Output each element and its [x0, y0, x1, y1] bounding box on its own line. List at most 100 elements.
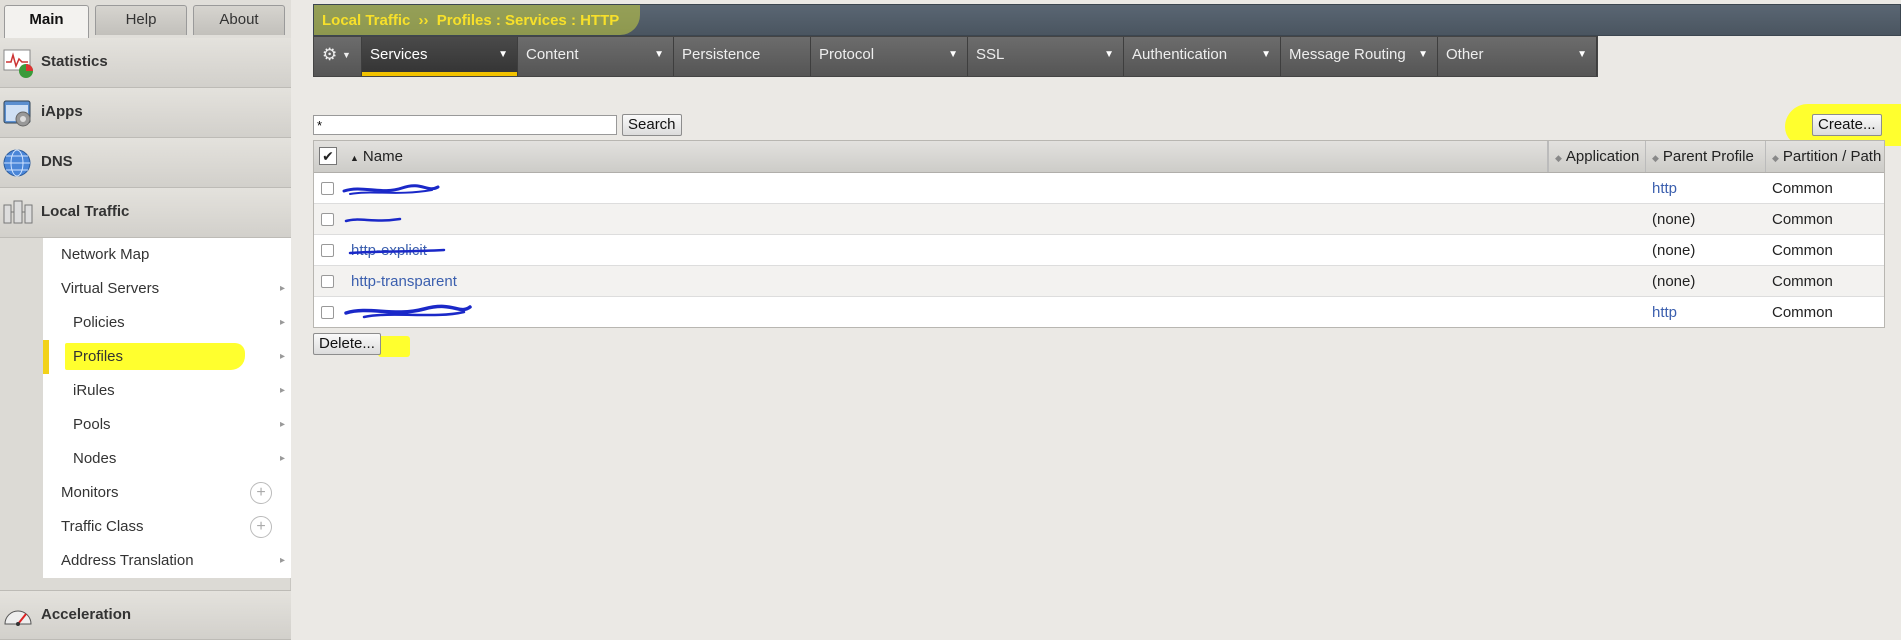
column-header-application[interactable]: ◆ Application [1548, 141, 1646, 172]
highlight-marker [378, 336, 410, 357]
sidebar-item-label: Address Translation [61, 552, 194, 569]
profile-name-link[interactable]: http-explicit [351, 242, 427, 259]
nav-label: Content [526, 46, 579, 63]
column-header-label: Partition / Path [1782, 148, 1882, 165]
chevron-right-icon: ▸ [279, 317, 285, 328]
parent-profile-cell: (none) [1652, 211, 1696, 228]
sidebar-item-profiles[interactable]: Profiles ▸ [43, 340, 291, 374]
nav-label: Authentication [1132, 46, 1228, 63]
table-row[interactable]: http Common [314, 173, 1884, 204]
chevron-right-icon: ▸ [279, 283, 285, 294]
sidebar-item-address-translation[interactable]: Address Translation ▸ [43, 544, 291, 578]
partition-cell: Common [1772, 242, 1833, 259]
column-header-parent-profile[interactable]: ◆ Parent Profile [1646, 141, 1766, 172]
row-checkbox[interactable] [321, 213, 334, 226]
row-checkbox[interactable] [321, 244, 334, 257]
column-header-label: Name [362, 148, 403, 165]
top-tab-bar: Main Help About [0, 0, 291, 38]
add-traffic-class-icon[interactable]: + [250, 516, 272, 538]
table-row[interactable]: http-transparent (none) Common [314, 266, 1884, 297]
nav-other[interactable]: Other ▼ [1438, 37, 1597, 76]
partition-cell: Common [1772, 180, 1833, 197]
parent-profile-cell: (none) [1652, 242, 1696, 259]
breadcrumb-section[interactable]: Local Traffic [322, 12, 410, 29]
column-header-name[interactable]: ▲ Name [344, 141, 1548, 172]
create-button[interactable]: Create... [1812, 114, 1882, 136]
column-header-partition[interactable]: ◆ Partition / Path [1766, 141, 1884, 172]
delete-button[interactable]: Delete... [313, 333, 381, 355]
sidebar-section-label: DNS [41, 153, 73, 170]
sidebar-section-acceleration[interactable]: Acceleration [0, 590, 291, 640]
sidebar-item-traffic-class[interactable]: Traffic Class + [43, 510, 291, 544]
nav-persistence[interactable]: Persistence [674, 37, 811, 76]
nav-ssl[interactable]: SSL ▼ [968, 37, 1124, 76]
breadcrumb-text: Local Traffic ›› Profiles : Services : H… [322, 12, 619, 29]
caret-down-icon: ▼ [1104, 49, 1114, 60]
sidebar-item-policies[interactable]: Policies ▸ [43, 306, 291, 340]
sidebar-item-network-map[interactable]: Network Map [43, 238, 291, 272]
tab-about[interactable]: About [193, 5, 285, 35]
sidebar: Statistics iApps DNS Local Traffic Netwo… [0, 38, 291, 640]
sidebar-section-iapps[interactable]: iApps [0, 88, 291, 138]
sidebar-section-local-traffic[interactable]: Local Traffic [0, 188, 291, 238]
row-checkbox[interactable] [321, 182, 334, 195]
dns-globe-icon [3, 149, 31, 177]
nav-message-routing[interactable]: Message Routing ▼ [1281, 37, 1438, 76]
chevron-right-icon: ▸ [279, 385, 285, 396]
sidebar-item-label: iRules [73, 382, 115, 399]
add-monitor-icon[interactable]: + [250, 482, 272, 504]
search-input[interactable] [313, 115, 617, 135]
tab-main[interactable]: Main [4, 5, 89, 38]
sidebar-item-label: Nodes [73, 450, 117, 467]
breadcrumb: Local Traffic ›› Profiles : Services : H… [313, 4, 1901, 36]
sidebar-item-irules[interactable]: iRules ▸ [43, 374, 291, 408]
settings-menu-button[interactable]: ⚙ ▼ [314, 37, 362, 76]
row-checkbox[interactable] [321, 306, 334, 319]
partition-cell: Common [1772, 304, 1833, 321]
nav-services[interactable]: Services ▼ [362, 37, 518, 76]
sidebar-item-virtual-servers[interactable]: Virtual Servers ▸ [43, 272, 291, 306]
sidebar-item-monitors[interactable]: Monitors + [43, 476, 291, 510]
nav-protocol[interactable]: Protocol ▼ [811, 37, 968, 76]
caret-down-icon: ▼ [498, 49, 508, 60]
caret-down-icon: ▼ [342, 50, 351, 60]
sidebar-section-label: Statistics [41, 53, 108, 70]
nav-authentication[interactable]: Authentication ▼ [1124, 37, 1281, 76]
table-header: ✔ ▲ Name ◆ Application ◆ Parent Profile ◆ Pa… [314, 141, 1884, 173]
profiles-table: ✔ ▲ Name ◆ Application ◆ Parent Profile ◆ Pa… [313, 140, 1885, 328]
caret-down-icon: ▼ [1418, 49, 1428, 60]
nav-content[interactable]: Content ▼ [518, 37, 674, 76]
nav-label: Protocol [819, 46, 875, 63]
sidebar-section-statistics[interactable]: Statistics [0, 38, 291, 88]
sidebar-section-dns[interactable]: DNS [0, 138, 291, 188]
nav-label: Persistence [682, 46, 761, 63]
column-header-label: Application [1565, 148, 1640, 165]
statistics-icon [3, 49, 33, 78]
search-button[interactable]: Search [622, 114, 682, 136]
table-row[interactable]: http-explicit (none) Common [314, 235, 1884, 266]
row-checkbox[interactable] [321, 275, 334, 288]
sidebar-item-nodes[interactable]: Nodes ▸ [43, 442, 291, 476]
sidebar-section-label: iApps [41, 103, 83, 120]
sort-icon: ◆ [1555, 153, 1562, 163]
parent-profile-link[interactable]: http [1652, 304, 1677, 321]
table-row[interactable]: (none) Common [314, 204, 1884, 235]
chevron-right-icon: ▸ [279, 453, 285, 464]
table-row[interactable]: http Common [314, 297, 1884, 328]
sidebar-section-label: Local Traffic [41, 203, 130, 220]
caret-down-icon: ▼ [948, 49, 958, 60]
parent-profile-link[interactable]: http [1652, 180, 1677, 197]
nav-label: SSL [976, 46, 1005, 63]
sidebar-item-pools[interactable]: Pools ▸ [43, 408, 291, 442]
parent-profile-cell: (none) [1652, 273, 1696, 290]
sort-icon: ◆ [1772, 153, 1779, 163]
selected-indicator [43, 340, 49, 374]
tab-help[interactable]: Help [95, 5, 187, 35]
breadcrumb-separator: ›› [418, 12, 429, 29]
sidebar-item-label: Traffic Class [61, 518, 144, 535]
profile-name-link[interactable]: http-transparent [351, 273, 457, 290]
local-traffic-icon [3, 200, 33, 224]
select-all-checkbox[interactable]: ✔ [319, 147, 337, 165]
caret-down-icon: ▼ [654, 49, 664, 60]
sidebar-item-label: Virtual Servers [61, 280, 160, 297]
